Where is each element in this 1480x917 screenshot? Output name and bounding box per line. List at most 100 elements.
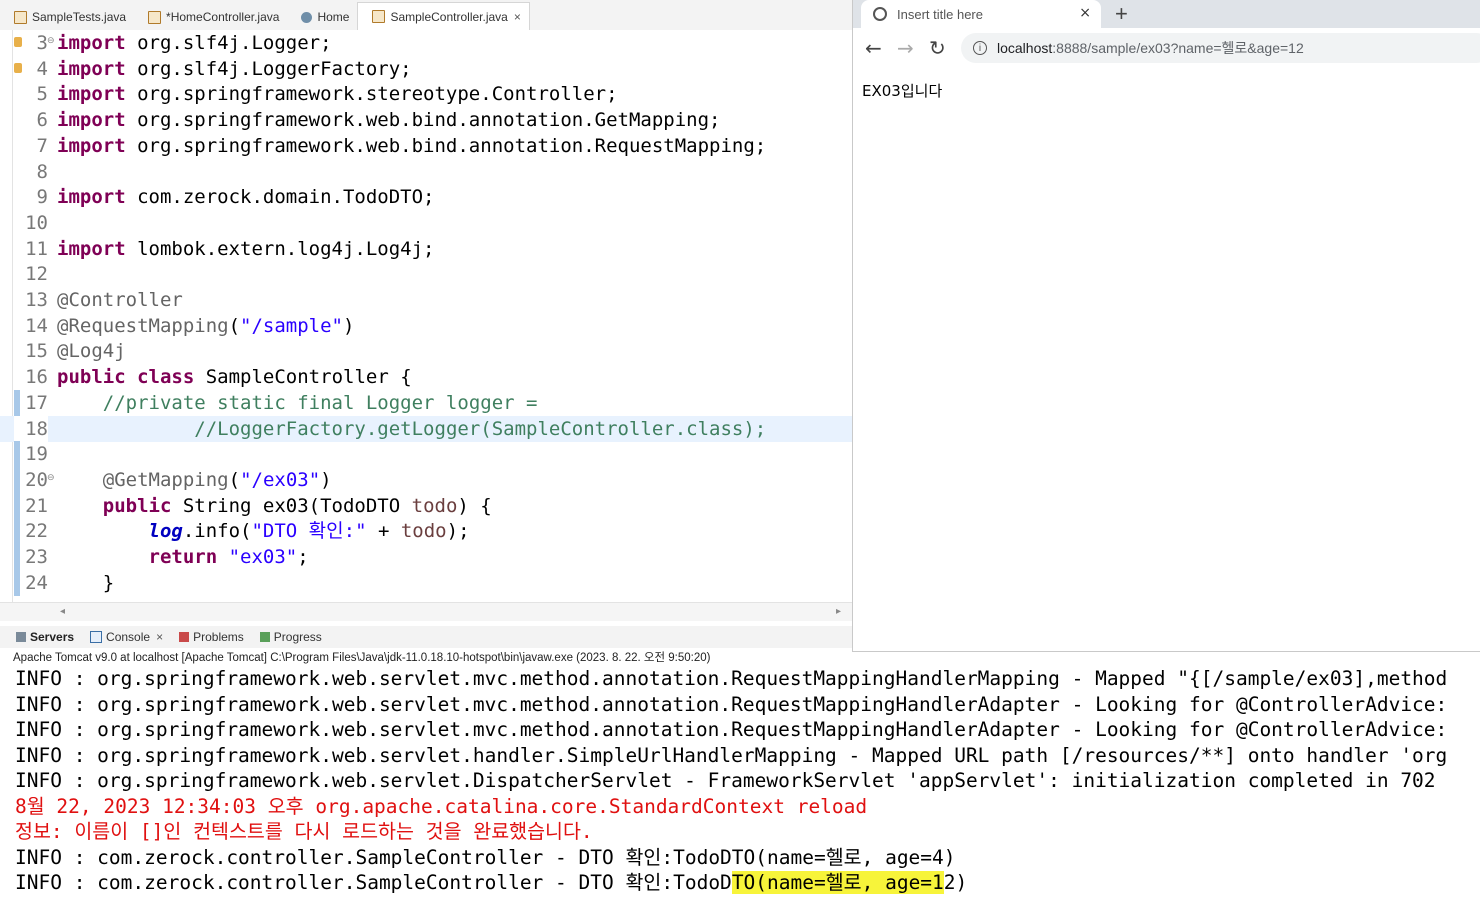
code-line[interactable]: 10 bbox=[0, 210, 852, 236]
code-line[interactable]: 5 import org.springframework.stereotype.C… bbox=[0, 81, 852, 107]
tab-home[interactable]: Home bbox=[287, 4, 357, 30]
console-line: INFO : org.springframework.web.servlet.m… bbox=[15, 692, 1448, 716]
console-line: INFO : org.springframework.web.servlet.h… bbox=[15, 743, 1448, 767]
console-text: INFO : com.zerock.controller.SampleContr… bbox=[15, 871, 732, 894]
code-line[interactable]: 15 @Log4j bbox=[0, 338, 852, 364]
code-line[interactable]: 14 @RequestMapping("/sample") bbox=[0, 313, 852, 339]
page-content: EX03입니다 bbox=[862, 82, 943, 100]
servers-icon bbox=[16, 632, 26, 642]
browser-tab-bar: Insert title here × + bbox=[853, 0, 1480, 28]
close-icon[interactable]: × bbox=[156, 630, 163, 644]
console-line: INFO : com.zerock.controller.SampleContr… bbox=[15, 870, 967, 896]
panel-tab-bar: Servers Console × Problems Progress bbox=[0, 626, 852, 648]
tab-console[interactable]: Console × bbox=[90, 630, 163, 644]
line-number: 12 bbox=[25, 263, 48, 286]
line-number: 5 bbox=[36, 83, 48, 106]
code-line[interactable]: 23 return "ex03"; bbox=[0, 544, 852, 570]
tab-label: *HomeController.java bbox=[166, 10, 280, 24]
console-line: INFO : org.springframework.web.servlet.m… bbox=[15, 718, 1448, 741]
code-text: @Controller bbox=[57, 289, 183, 311]
code-text: public class SampleController { bbox=[57, 366, 412, 389]
info-icon[interactable]: i bbox=[973, 41, 987, 55]
scroll-right-icon[interactable]: ▸ bbox=[836, 606, 841, 617]
code-line[interactable]: 17 //private static final Logger logger … bbox=[0, 389, 852, 416]
back-arrow-icon[interactable]: ← bbox=[865, 36, 882, 60]
line-number: 21 bbox=[25, 494, 48, 517]
code-text: import org.springframework.stereotype.Co… bbox=[57, 83, 618, 106]
fold-icon[interactable]: ⊖ bbox=[47, 36, 55, 46]
code-line[interactable]: 16 public class SampleController { bbox=[0, 364, 852, 390]
code-line[interactable]: 7 import org.springframework.web.bind.ann… bbox=[0, 133, 852, 159]
scroll-left-icon[interactable]: ◂ bbox=[60, 606, 65, 617]
tab-samplecontroller[interactable]: SampleController.java × bbox=[357, 2, 530, 30]
java-file-icon bbox=[372, 10, 386, 23]
close-icon[interactable]: × bbox=[1079, 5, 1091, 21]
code-line[interactable]: 12 bbox=[0, 261, 852, 287]
code-text: log.info("DTO 확인:" + todo); bbox=[148, 520, 470, 543]
code-line[interactable]: 11 import lombok.extern.log4j.Log4j; bbox=[0, 236, 852, 262]
tab-label: Progress bbox=[273, 630, 322, 644]
code-line[interactable]: 24 } bbox=[0, 569, 852, 596]
console-output[interactable]: INFO : org.springframework.web.servlet.m… bbox=[0, 666, 1480, 917]
problems-icon bbox=[179, 632, 190, 642]
line-number: 4 bbox=[36, 57, 48, 80]
new-tab-button[interactable]: + bbox=[1115, 1, 1128, 27]
tab-progress[interactable]: Progress bbox=[259, 630, 322, 644]
reload-icon[interactable]: ↻ bbox=[929, 36, 946, 60]
highlighted-text: TO(name=헬로, age=1 bbox=[731, 871, 944, 894]
code-line[interactable]: 4 import org.slf4j.LoggerFactory; bbox=[0, 56, 852, 82]
close-icon[interactable]: × bbox=[514, 10, 521, 24]
line-number: 14 bbox=[25, 314, 48, 337]
tab-homecontroller[interactable]: *HomeController.java bbox=[134, 4, 287, 30]
line-number: 9 bbox=[36, 186, 48, 209]
code-text: @RequestMapping("/sample") bbox=[57, 314, 355, 337]
progress-icon bbox=[259, 632, 270, 642]
code-text: import lombok.extern.log4j.Log4j; bbox=[57, 237, 435, 260]
code-text: return "ex03"; bbox=[148, 546, 309, 568]
globe-icon bbox=[873, 7, 887, 21]
url-path: :8888/sample/ex03?name=헬로&age=12 bbox=[1052, 40, 1304, 56]
code-line[interactable]: 8 bbox=[0, 159, 852, 185]
code-text: @GetMapping("/ex03") bbox=[102, 468, 332, 491]
console-header: Apache Tomcat v9.0 at localhost [Apache … bbox=[13, 652, 711, 664]
tab-label: SampleController.java bbox=[390, 9, 508, 24]
tab-problems[interactable]: Problems bbox=[179, 630, 244, 644]
line-number: 20 bbox=[25, 468, 48, 491]
address-bar[interactable]: i localhost:8888/sample/ex03?name=헬로&age… bbox=[961, 33, 1480, 63]
tab-label: SampleTests.java bbox=[32, 10, 127, 24]
editor-tab-bar: SampleTests.java *HomeController.java Ho… bbox=[0, 0, 852, 31]
console-text: 2) bbox=[943, 871, 968, 894]
horizontal-scrollbar[interactable]: ◂ ▸ bbox=[0, 602, 852, 621]
code-text: } bbox=[57, 571, 115, 594]
line-number: 17 bbox=[25, 391, 48, 414]
java-file-icon bbox=[148, 10, 162, 24]
forward-arrow-icon[interactable]: → bbox=[897, 36, 914, 60]
code-line[interactable]: 22 log.info("DTO 확인:" + todo); bbox=[0, 518, 852, 545]
console-line: INFO : org.springframework.web.servlet.D… bbox=[15, 769, 1436, 792]
code-line[interactable]: ⊖ 20 @GetMapping("/ex03") bbox=[0, 466, 852, 493]
code-line[interactable]: 9 import com.zerock.domain.TodoDTO; bbox=[0, 184, 852, 210]
code-line[interactable]: 18 //LoggerFactory.getLogger(SampleContr… bbox=[0, 415, 852, 442]
line-number: 3 bbox=[36, 32, 48, 54]
code-text: //private static final Logger logger = bbox=[102, 391, 538, 414]
line-number: 13 bbox=[25, 289, 48, 311]
browser-tab[interactable]: Insert title here × bbox=[861, 0, 1101, 28]
line-number: 7 bbox=[36, 134, 48, 157]
code-line[interactable]: 21 public String ex03(TodoDTO todo) { bbox=[0, 492, 852, 519]
url-text: localhost:8888/sample/ex03?name=헬로&age=1… bbox=[997, 38, 1304, 58]
line-number: 6 bbox=[36, 109, 48, 132]
tab-sampletests[interactable]: SampleTests.java bbox=[0, 4, 134, 30]
java-file-icon bbox=[14, 10, 27, 24]
code-line[interactable]: 13 @Controller bbox=[0, 287, 852, 313]
code-text: import org.springframework.web.bind.anno… bbox=[57, 109, 721, 132]
code-line[interactable]: 6 import org.springframework.web.bind.ann… bbox=[0, 107, 852, 133]
tab-label: Home bbox=[317, 10, 350, 24]
fold-icon[interactable]: ⊖ bbox=[47, 473, 55, 483]
console-line: 정보: 이름이 []인 컨텍스트를 다시 로드하는 것을 완료했습니다. bbox=[15, 820, 593, 843]
code-line[interactable]: 19 bbox=[0, 441, 852, 468]
code-text: public String ex03(TodoDTO todo) { bbox=[102, 494, 492, 517]
code-line[interactable]: ⊖ 3 import org.slf4j.Logger; bbox=[0, 30, 852, 56]
code-editor[interactable]: ⊖ 3 import org.slf4j.Logger; 4 import org.sl… bbox=[0, 30, 852, 602]
line-number: 16 bbox=[25, 366, 48, 389]
tab-servers[interactable]: Servers bbox=[16, 630, 74, 644]
